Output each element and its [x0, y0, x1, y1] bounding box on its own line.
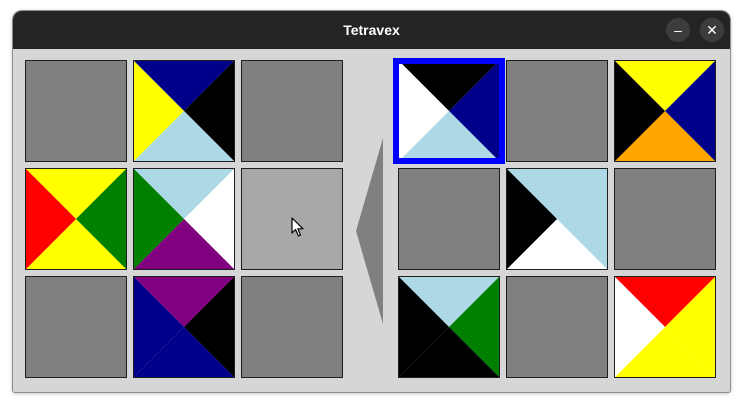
title-bar[interactable]: Tetravex – ✕ [13, 11, 730, 49]
close-icon: ✕ [706, 22, 718, 38]
tile-face [134, 169, 234, 269]
tile-face [615, 61, 715, 161]
left-tile-r1-c0[interactable] [25, 168, 127, 270]
minimize-button[interactable]: – [666, 18, 690, 42]
tile-face [26, 169, 126, 269]
selection-highlight [393, 58, 505, 164]
tile-face [507, 169, 607, 269]
right-tile-r1-c1[interactable] [506, 168, 608, 270]
tile-face [615, 277, 715, 377]
left-slot-r2-c2[interactable] [241, 276, 343, 378]
tile-face [399, 277, 499, 377]
left-slot-r0-c0[interactable] [25, 60, 127, 162]
left-slot-r2-c0[interactable] [25, 276, 127, 378]
left-slot-r0-c2[interactable] [241, 60, 343, 162]
tile-face [134, 61, 234, 161]
tile-face [134, 277, 234, 377]
close-button[interactable]: ✕ [700, 18, 724, 42]
minimize-icon: – [674, 22, 682, 38]
right-slot-r0-c1[interactable] [506, 60, 608, 162]
tetravex-window: Tetravex – ✕ [13, 11, 730, 392]
right-tile-r0-c2[interactable] [614, 60, 716, 162]
window-title: Tetravex [343, 22, 400, 38]
left-tile-r2-c1[interactable] [133, 276, 235, 378]
mouse-cursor-icon [291, 217, 304, 237]
game-area [13, 49, 730, 392]
left-tile-r1-c1[interactable] [133, 168, 235, 270]
right-tile-r2-c2[interactable] [614, 276, 716, 378]
right-slot-r1-c2[interactable] [614, 168, 716, 270]
right-tile-r2-c0[interactable] [398, 276, 500, 378]
right-slot-r1-c0[interactable] [398, 168, 500, 270]
left-tile-r0-c1[interactable] [133, 60, 235, 162]
left-triangle-icon[interactable] [356, 138, 384, 324]
right-slot-r2-c1[interactable] [506, 276, 608, 378]
